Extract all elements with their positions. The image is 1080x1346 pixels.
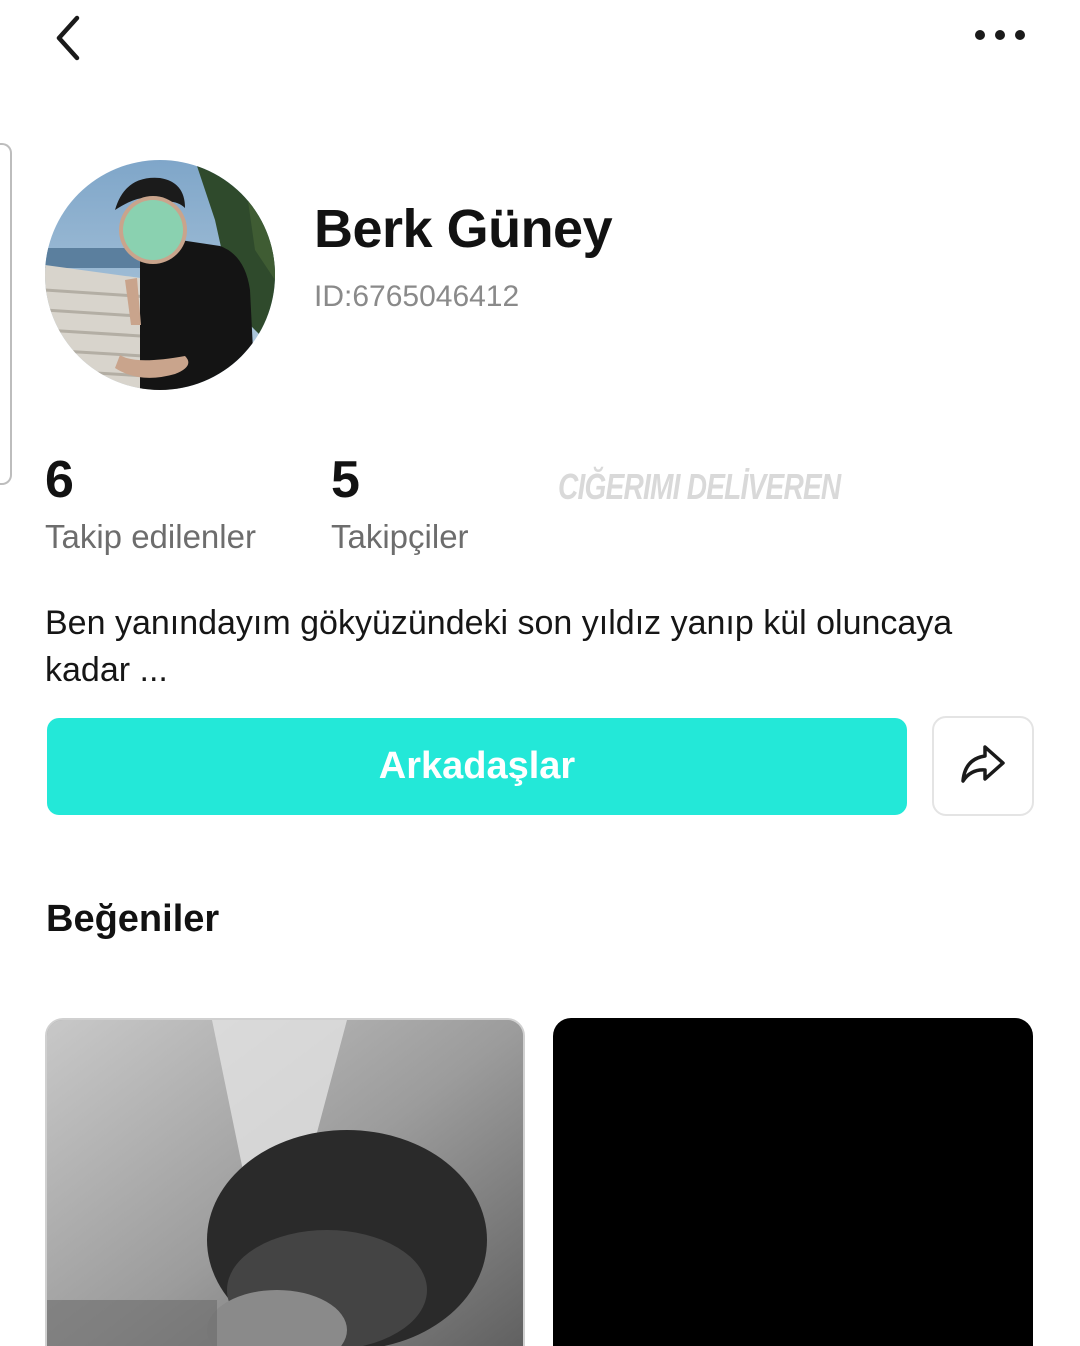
liked-video-thumbnail[interactable]	[45, 1018, 525, 1346]
bio-text: Ben yanındayım gökyüzündeki son yıldız y…	[45, 604, 953, 689]
back-button[interactable]	[40, 12, 96, 68]
share-icon	[959, 743, 1007, 790]
following-count: 6	[45, 451, 74, 509]
followers-count: 5	[331, 451, 360, 509]
followers-label: Takipçiler	[331, 518, 469, 555]
following-label: Takip edilenler	[45, 518, 256, 555]
followers-stat[interactable]: 5 Takipçiler	[331, 450, 469, 556]
friends-button[interactable]: Arkadaşlar	[47, 718, 907, 815]
likes-section-title: Beğeniler	[46, 898, 220, 940]
more-options-button[interactable]	[960, 14, 1040, 60]
avatar[interactable]	[45, 160, 275, 390]
user-id: ID:6765046412	[314, 280, 520, 313]
liked-video-thumbnail[interactable]	[553, 1018, 1033, 1346]
following-stat[interactable]: 6 Takip edilenler	[45, 450, 256, 556]
chevron-left-icon	[51, 13, 85, 68]
display-name: Berk Güney	[314, 199, 613, 259]
share-button[interactable]	[932, 716, 1034, 816]
profile-page: Berk Güney ID:6765046412 6 Takip edilenl…	[0, 0, 1080, 1346]
side-panel-edge[interactable]	[0, 143, 12, 485]
watermark: CIĞERIMI DELİVEREN	[558, 466, 841, 507]
more-horizontal-icon	[973, 28, 1027, 47]
